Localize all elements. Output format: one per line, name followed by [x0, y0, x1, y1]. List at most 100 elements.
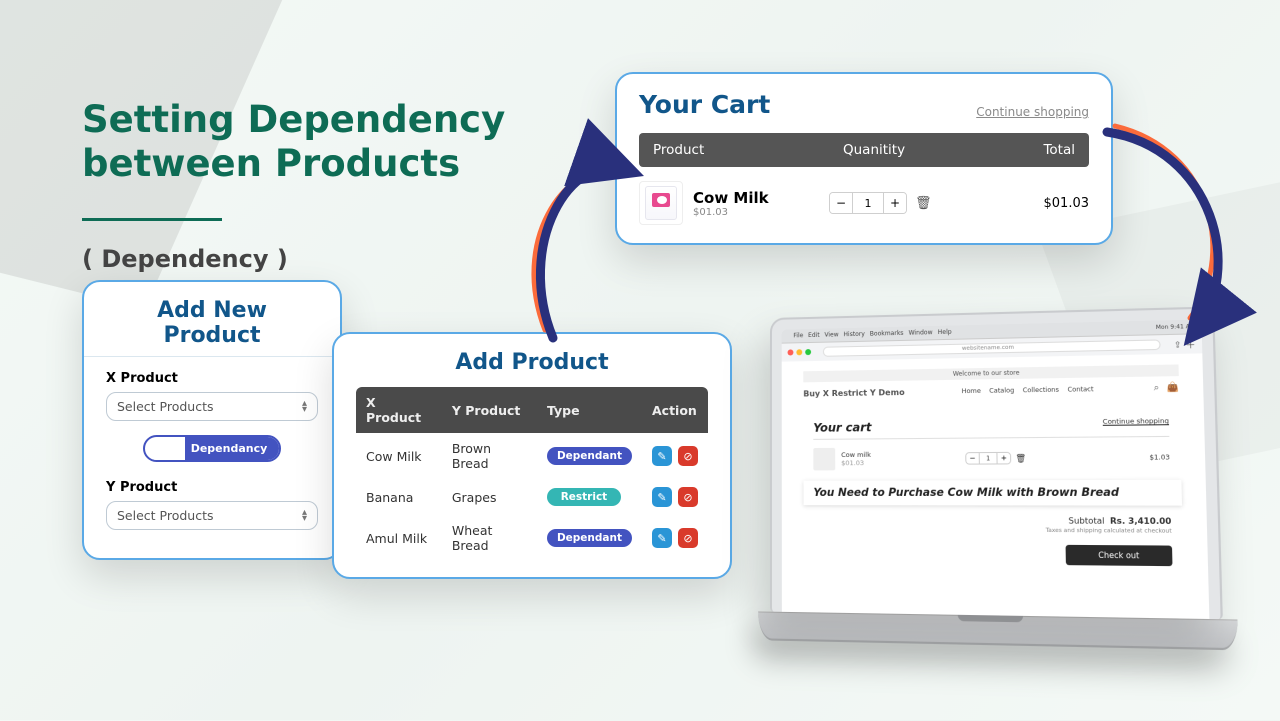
page-heading: Setting Dependency between Products ( De…	[82, 98, 505, 274]
share-icon[interactable]: ⇪	[1174, 339, 1182, 349]
subtotal-amount: Rs. 3,410.00	[1110, 516, 1172, 526]
continue-shopping-link[interactable]: Continue shopping	[1103, 417, 1170, 433]
edit-icon[interactable]: ✎	[652, 528, 672, 548]
col-type: Type	[537, 387, 642, 433]
menu-item[interactable]: Window	[909, 329, 933, 337]
menubar-clock: Mon 9:41 AM	[1156, 323, 1195, 330]
quantity-stepper[interactable]: − 1 +	[965, 452, 1011, 465]
heading-subtitle: ( Dependency )	[82, 245, 505, 274]
cell-x: Amul Milk	[356, 515, 442, 561]
y-product-placeholder: Select Products	[117, 508, 214, 523]
edit-icon[interactable]: ✎	[652, 446, 672, 466]
delete-icon[interactable]: ⊘	[678, 528, 698, 548]
continue-shopping-link[interactable]: Continue shopping	[976, 105, 1089, 119]
type-badge: Dependant	[547, 447, 632, 465]
edit-icon[interactable]: ✎	[652, 487, 672, 507]
select-chevrons-icon: ▴▾	[302, 401, 307, 413]
cell-type: Restrict	[537, 479, 642, 515]
item-price: $01.03	[841, 459, 871, 467]
add-product-table: X Product Y Product Type Action Cow Milk…	[356, 387, 708, 561]
col-y: Y Product	[442, 387, 537, 433]
heading-line: between Products	[82, 142, 460, 185]
menu-item[interactable]: History	[844, 331, 865, 339]
your-cart-card: Your Cart Continue shopping Product Quan…	[615, 72, 1113, 245]
x-product-label: X Product	[106, 371, 318, 386]
cart-item-name: Cow Milk	[693, 189, 769, 207]
store-brand: Buy X Restrict Y Demo	[803, 387, 904, 398]
toggle-label: Dependancy	[185, 437, 280, 460]
cell-y: Brown Bread	[442, 433, 537, 479]
table-row: Cow MilkBrown BreadDependant✎⊘	[356, 433, 708, 479]
divider	[813, 436, 1169, 440]
x-product-placeholder: Select Products	[117, 399, 214, 414]
add-new-product-title: Add New Product	[106, 298, 318, 348]
delete-icon[interactable]: ⊘	[678, 487, 698, 507]
col-action: Action	[642, 387, 708, 433]
nav-link[interactable]: Contact	[1067, 385, 1093, 393]
cart-item-row: Cow Milk $01.03 − 1 + 🗑 $01.03	[639, 167, 1089, 227]
nav-link[interactable]: Home	[962, 387, 981, 395]
cell-type: Dependant	[537, 515, 642, 561]
table-row: BananaGrapesRestrict✎⊘	[356, 479, 708, 515]
menu-item[interactable]: Edit	[808, 332, 819, 339]
cell-action: ✎⊘	[642, 479, 708, 515]
cart-item-total: $01.03	[969, 196, 1089, 211]
add-new-product-card: Add New Product X Product Select Product…	[82, 280, 342, 560]
y-product-select[interactable]: Select Products ▴▾	[106, 501, 318, 530]
laptop-mockup: File Edit View History Bookmarks Window Help M…	[770, 305, 1280, 721]
dependency-warning: You Need to Purchase Cow Milk with Brown…	[803, 480, 1182, 506]
item-total: $1.03	[1081, 453, 1170, 462]
tax-note: Taxes and shipping calculated at checkou…	[1046, 528, 1172, 535]
divider	[84, 356, 340, 357]
quantity-stepper[interactable]: − 1 +	[829, 192, 907, 214]
cart-col-quantity: Quanitity	[843, 142, 983, 158]
item-thumb	[813, 448, 835, 471]
qty-plus-button[interactable]: +	[884, 193, 906, 213]
add-product-card: Add Product X Product Y Product Type Act…	[332, 332, 732, 579]
cart-title: Your Cart	[639, 90, 770, 119]
col-x: X Product	[356, 387, 442, 433]
delete-icon[interactable]: ⊘	[678, 446, 698, 466]
heading-underline	[82, 218, 222, 221]
cell-action: ✎⊘	[642, 433, 708, 479]
traffic-lights-icon	[788, 349, 812, 356]
y-product-label: Y Product	[106, 480, 318, 495]
type-badge: Dependant	[547, 529, 632, 547]
cart-col-total: Total	[983, 142, 1075, 158]
toggle-knob	[146, 437, 184, 461]
menu-item[interactable]: Help	[938, 329, 952, 336]
item-name: Cow milk	[841, 451, 871, 459]
remove-item-icon[interactable]: 🗑	[915, 196, 932, 211]
qty-value: 1	[979, 453, 998, 464]
cell-y: Grapes	[442, 479, 537, 515]
nav-link[interactable]: Collections	[1023, 386, 1059, 394]
laptop-cart-row: Cow milk $01.03 − 1 + 🗑 $1.03	[813, 446, 1170, 471]
qty-value: 1	[852, 193, 884, 213]
cart-item-price: $01.03	[693, 207, 769, 218]
subtotal-label: Subtotal	[1068, 516, 1104, 526]
search-icon[interactable]: ⌕	[1154, 383, 1160, 394]
cell-x: Cow Milk	[356, 433, 442, 479]
add-product-title: Add Product	[356, 350, 708, 375]
menu-item[interactable]: View	[824, 331, 838, 338]
cart-col-product: Product	[653, 142, 843, 158]
heading-line: Setting Dependency	[82, 98, 505, 141]
menu-item[interactable]: File	[793, 332, 803, 339]
x-product-select[interactable]: Select Products ▴▾	[106, 392, 318, 421]
cart-item-thumbnail	[639, 181, 683, 225]
checkout-button[interactable]: Check out	[1066, 545, 1173, 566]
dependency-toggle[interactable]: Dependancy	[143, 435, 282, 462]
cart-header-bar: Product Quanitity Total	[639, 133, 1089, 167]
nav-link[interactable]: Catalog	[989, 387, 1014, 395]
cell-type: Dependant	[537, 433, 642, 479]
menu-item[interactable]: Bookmarks	[870, 330, 904, 338]
bag-icon[interactable]: 👜	[1167, 382, 1180, 393]
type-badge: Restrict	[547, 488, 621, 506]
cell-y: Wheat Bread	[442, 515, 537, 561]
new-tab-icon[interactable]: ＋	[1185, 337, 1195, 351]
qty-plus-button[interactable]: +	[997, 453, 1010, 464]
cell-action: ✎⊘	[642, 515, 708, 561]
qty-minus-button[interactable]: −	[830, 193, 852, 213]
qty-minus-button[interactable]: −	[966, 453, 979, 463]
remove-item-icon[interactable]: 🗑	[1015, 453, 1026, 462]
